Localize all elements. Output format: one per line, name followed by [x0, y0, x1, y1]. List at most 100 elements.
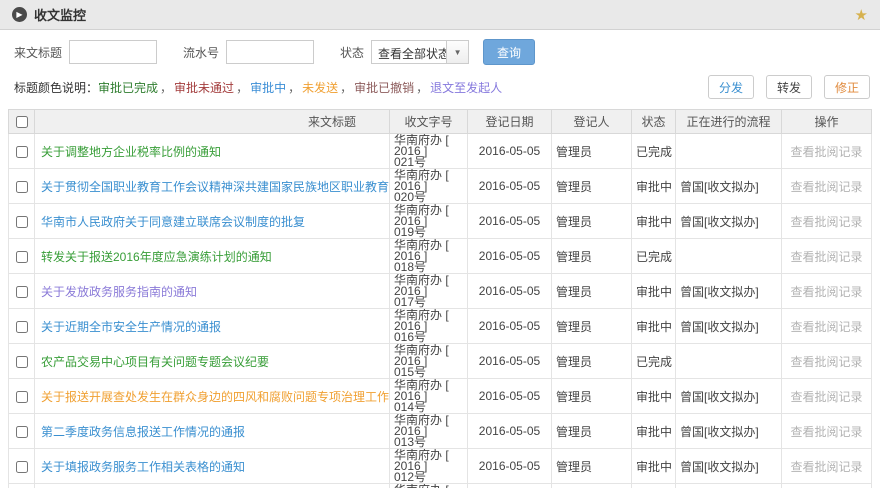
view-approval-records-link[interactable]: 查看批阅记录	[790, 460, 862, 474]
doc-number-cell: 华南府办 [ 2016 ]013号	[390, 414, 468, 449]
row-checkbox[interactable]	[16, 461, 28, 473]
current-flow-cell: 曾国[收文拟办]	[676, 449, 782, 484]
doc-number-cell: 华南府办 [ 2016 ]015号	[390, 344, 468, 379]
row-checkbox[interactable]	[16, 391, 28, 403]
col-header-doc-number: 收文字号	[390, 110, 468, 134]
document-title-link[interactable]: 关于调整地方企业税率比例的通知	[41, 145, 221, 159]
current-flow-cell: 曾国[收文拟办]	[676, 484, 782, 488]
status-cell: 审批中	[632, 484, 676, 488]
doc-number-cell: 华南府办 [ 2016 ]018号	[390, 239, 468, 274]
register-date-cell: 2016-05-05	[468, 274, 552, 309]
view-approval-records-link[interactable]: 查看批阅记录	[790, 215, 862, 229]
document-title-link[interactable]: 关于近期全市安全生产情况的通报	[41, 320, 221, 334]
status-cell: 审批中	[632, 204, 676, 239]
table-row: 关于发放政务服务指南的通知华南府办 [ 2016 ]017号2016-05-05…	[9, 274, 872, 309]
query-button[interactable]: 查询	[483, 39, 535, 65]
table-row: 关于报送开展查处发生在群众身边的四风和腐败问题专项治理工作方案通知华南府办 [ …	[9, 379, 872, 414]
view-approval-records-link[interactable]: 查看批阅记录	[790, 425, 862, 439]
distribute-button[interactable]: 分发	[708, 75, 754, 99]
status-cell: 审批中	[632, 274, 676, 309]
view-approval-records-link[interactable]: 查看批阅记录	[790, 320, 862, 334]
col-header-registrant: 登记人	[552, 110, 632, 134]
current-flow-cell: 曾国[收文拟办]	[676, 204, 782, 239]
col-header-title: 来文标题	[35, 110, 390, 134]
title-field-label: 来文标题	[14, 44, 62, 61]
document-title-link[interactable]: 华南市人民政府关于同意建立联席会议制度的批复	[41, 215, 305, 229]
documents-table: 来文标题 收文字号 登记日期 登记人 状态 正在进行的流程 操作 关于调整地方企…	[8, 109, 872, 488]
view-approval-records-link[interactable]: 查看批阅记录	[790, 355, 862, 369]
view-approval-records-link[interactable]: 查看批阅记录	[790, 180, 862, 194]
table-header-row: 来文标题 收文字号 登记日期 登记人 状态 正在进行的流程 操作	[9, 110, 872, 134]
status-field-label: 状态	[340, 44, 364, 61]
select-all-checkbox[interactable]	[16, 116, 28, 128]
correct-button[interactable]: 修正	[824, 75, 870, 99]
current-flow-cell: 曾国[收文拟办]	[676, 274, 782, 309]
table-row: 第二季度政务信息报送工作情况的通报华南府办 [ 2016 ]013号2016-0…	[9, 414, 872, 449]
row-checkbox[interactable]	[16, 251, 28, 263]
favorite-star-icon[interactable]: ★	[855, 6, 868, 24]
legend-item: 审批已完成	[98, 81, 158, 95]
register-date-cell: 2016-05-05	[468, 204, 552, 239]
status-cell: 审批中	[632, 169, 676, 204]
document-title-link[interactable]: 关于填报政务服务工作相关表格的通知	[41, 460, 245, 474]
row-checkbox[interactable]	[16, 286, 28, 298]
table-row: 农产品交易中心项目有关问题专题会议纪要华南府办 [ 2016 ]015号2016…	[9, 344, 872, 379]
current-flow-cell: 曾国[收文拟办]	[676, 379, 782, 414]
serial-search-input[interactable]	[226, 40, 314, 64]
registrant-cell: 管理员	[552, 484, 632, 488]
registrant-cell: 管理员	[552, 239, 632, 274]
legend-separator: ，	[288, 81, 300, 95]
current-flow-cell: 曾国[收文拟办]	[676, 309, 782, 344]
row-checkbox[interactable]	[16, 216, 28, 228]
table-row: 华南市人民政府关于同意建立联席会议制度的批复华南府办 [ 2016 ]019号2…	[9, 204, 872, 239]
table-row: 关于华南市国资委监管企业大额资金借贷，使用专项检查方案的通知华南府办 [ 201…	[9, 484, 872, 488]
doc-number-cell: 华南府办 [ 2016 ]012号	[390, 449, 468, 484]
table-row: 关于填报政务服务工作相关表格的通知华南府办 [ 2016 ]012号2016-0…	[9, 449, 872, 484]
doc-number-cell: 华南府办 [ 2016 ]011号	[390, 484, 468, 488]
status-cell: 已完成	[632, 344, 676, 379]
current-flow-cell: 曾国[收文拟办]	[676, 169, 782, 204]
status-cell: 审批中	[632, 449, 676, 484]
view-approval-records-link[interactable]: 查看批阅记录	[790, 145, 862, 159]
table-row: 转发关于报送2016年度应急演练计划的通知华南府办 [ 2016 ]018号20…	[9, 239, 872, 274]
title-search-input[interactable]	[69, 40, 157, 64]
chevron-down-icon[interactable]: ▼	[446, 41, 468, 63]
legend-item: 未发送	[302, 81, 338, 95]
current-flow-cell: 曾国[收文拟办]	[676, 414, 782, 449]
document-title-link[interactable]: 关于发放政务服务指南的通知	[41, 285, 197, 299]
status-cell: 审批中	[632, 379, 676, 414]
register-date-cell: 2016-05-04	[468, 484, 552, 488]
row-checkbox[interactable]	[16, 426, 28, 438]
doc-number-cell: 华南府办 [ 2016 ]016号	[390, 309, 468, 344]
view-approval-records-link[interactable]: 查看批阅记录	[790, 285, 862, 299]
current-flow-cell	[676, 134, 782, 169]
document-title-link[interactable]: 农产品交易中心项目有关问题专题会议纪要	[41, 355, 269, 369]
row-checkbox[interactable]	[16, 181, 28, 193]
status-select[interactable]: 查看全部状态 ▼	[371, 40, 469, 64]
document-title-link[interactable]: 第二季度政务信息报送工作情况的通报	[41, 425, 245, 439]
row-checkbox[interactable]	[16, 321, 28, 333]
legend-item: 退文至发起人	[430, 81, 502, 95]
register-date-cell: 2016-05-05	[468, 379, 552, 414]
legend-item: 审批已撤销	[354, 81, 414, 95]
legend-toolbar-row: 标题颜色说明：审批已完成，审批未通过，审批中，未发送，审批已撤销，退文至发起人 …	[0, 71, 880, 107]
table-row: 关于贯彻全国职业教育工作会议精神深共建国家民族地区职业教育综合...的通知华南府…	[9, 169, 872, 204]
document-title-link[interactable]: 关于报送开展查处发生在群众身边的四风和腐败问题专项治理工作方案通知	[41, 390, 390, 404]
registrant-cell: 管理员	[552, 204, 632, 239]
row-checkbox[interactable]	[16, 356, 28, 368]
registrant-cell: 管理员	[552, 449, 632, 484]
forward-button[interactable]: 转发	[766, 75, 812, 99]
row-checkbox[interactable]	[16, 146, 28, 158]
section-arrow-icon: ▶	[12, 7, 27, 22]
col-header-actions: 操作	[782, 110, 872, 134]
register-date-cell: 2016-05-05	[468, 309, 552, 344]
document-title-link[interactable]: 转发关于报送2016年度应急演练计划的通知	[41, 250, 272, 264]
doc-number-cell: 华南府办 [ 2016 ]020号	[390, 169, 468, 204]
registrant-cell: 管理员	[552, 309, 632, 344]
view-approval-records-link[interactable]: 查看批阅记录	[790, 250, 862, 264]
document-title-link[interactable]: 关于贯彻全国职业教育工作会议精神深共建国家民族地区职业教育综合...的通知	[41, 180, 390, 194]
legend-separator: ，	[416, 81, 428, 95]
status-cell: 已完成	[632, 134, 676, 169]
view-approval-records-link[interactable]: 查看批阅记录	[790, 390, 862, 404]
legend-separator: ，	[160, 81, 172, 95]
